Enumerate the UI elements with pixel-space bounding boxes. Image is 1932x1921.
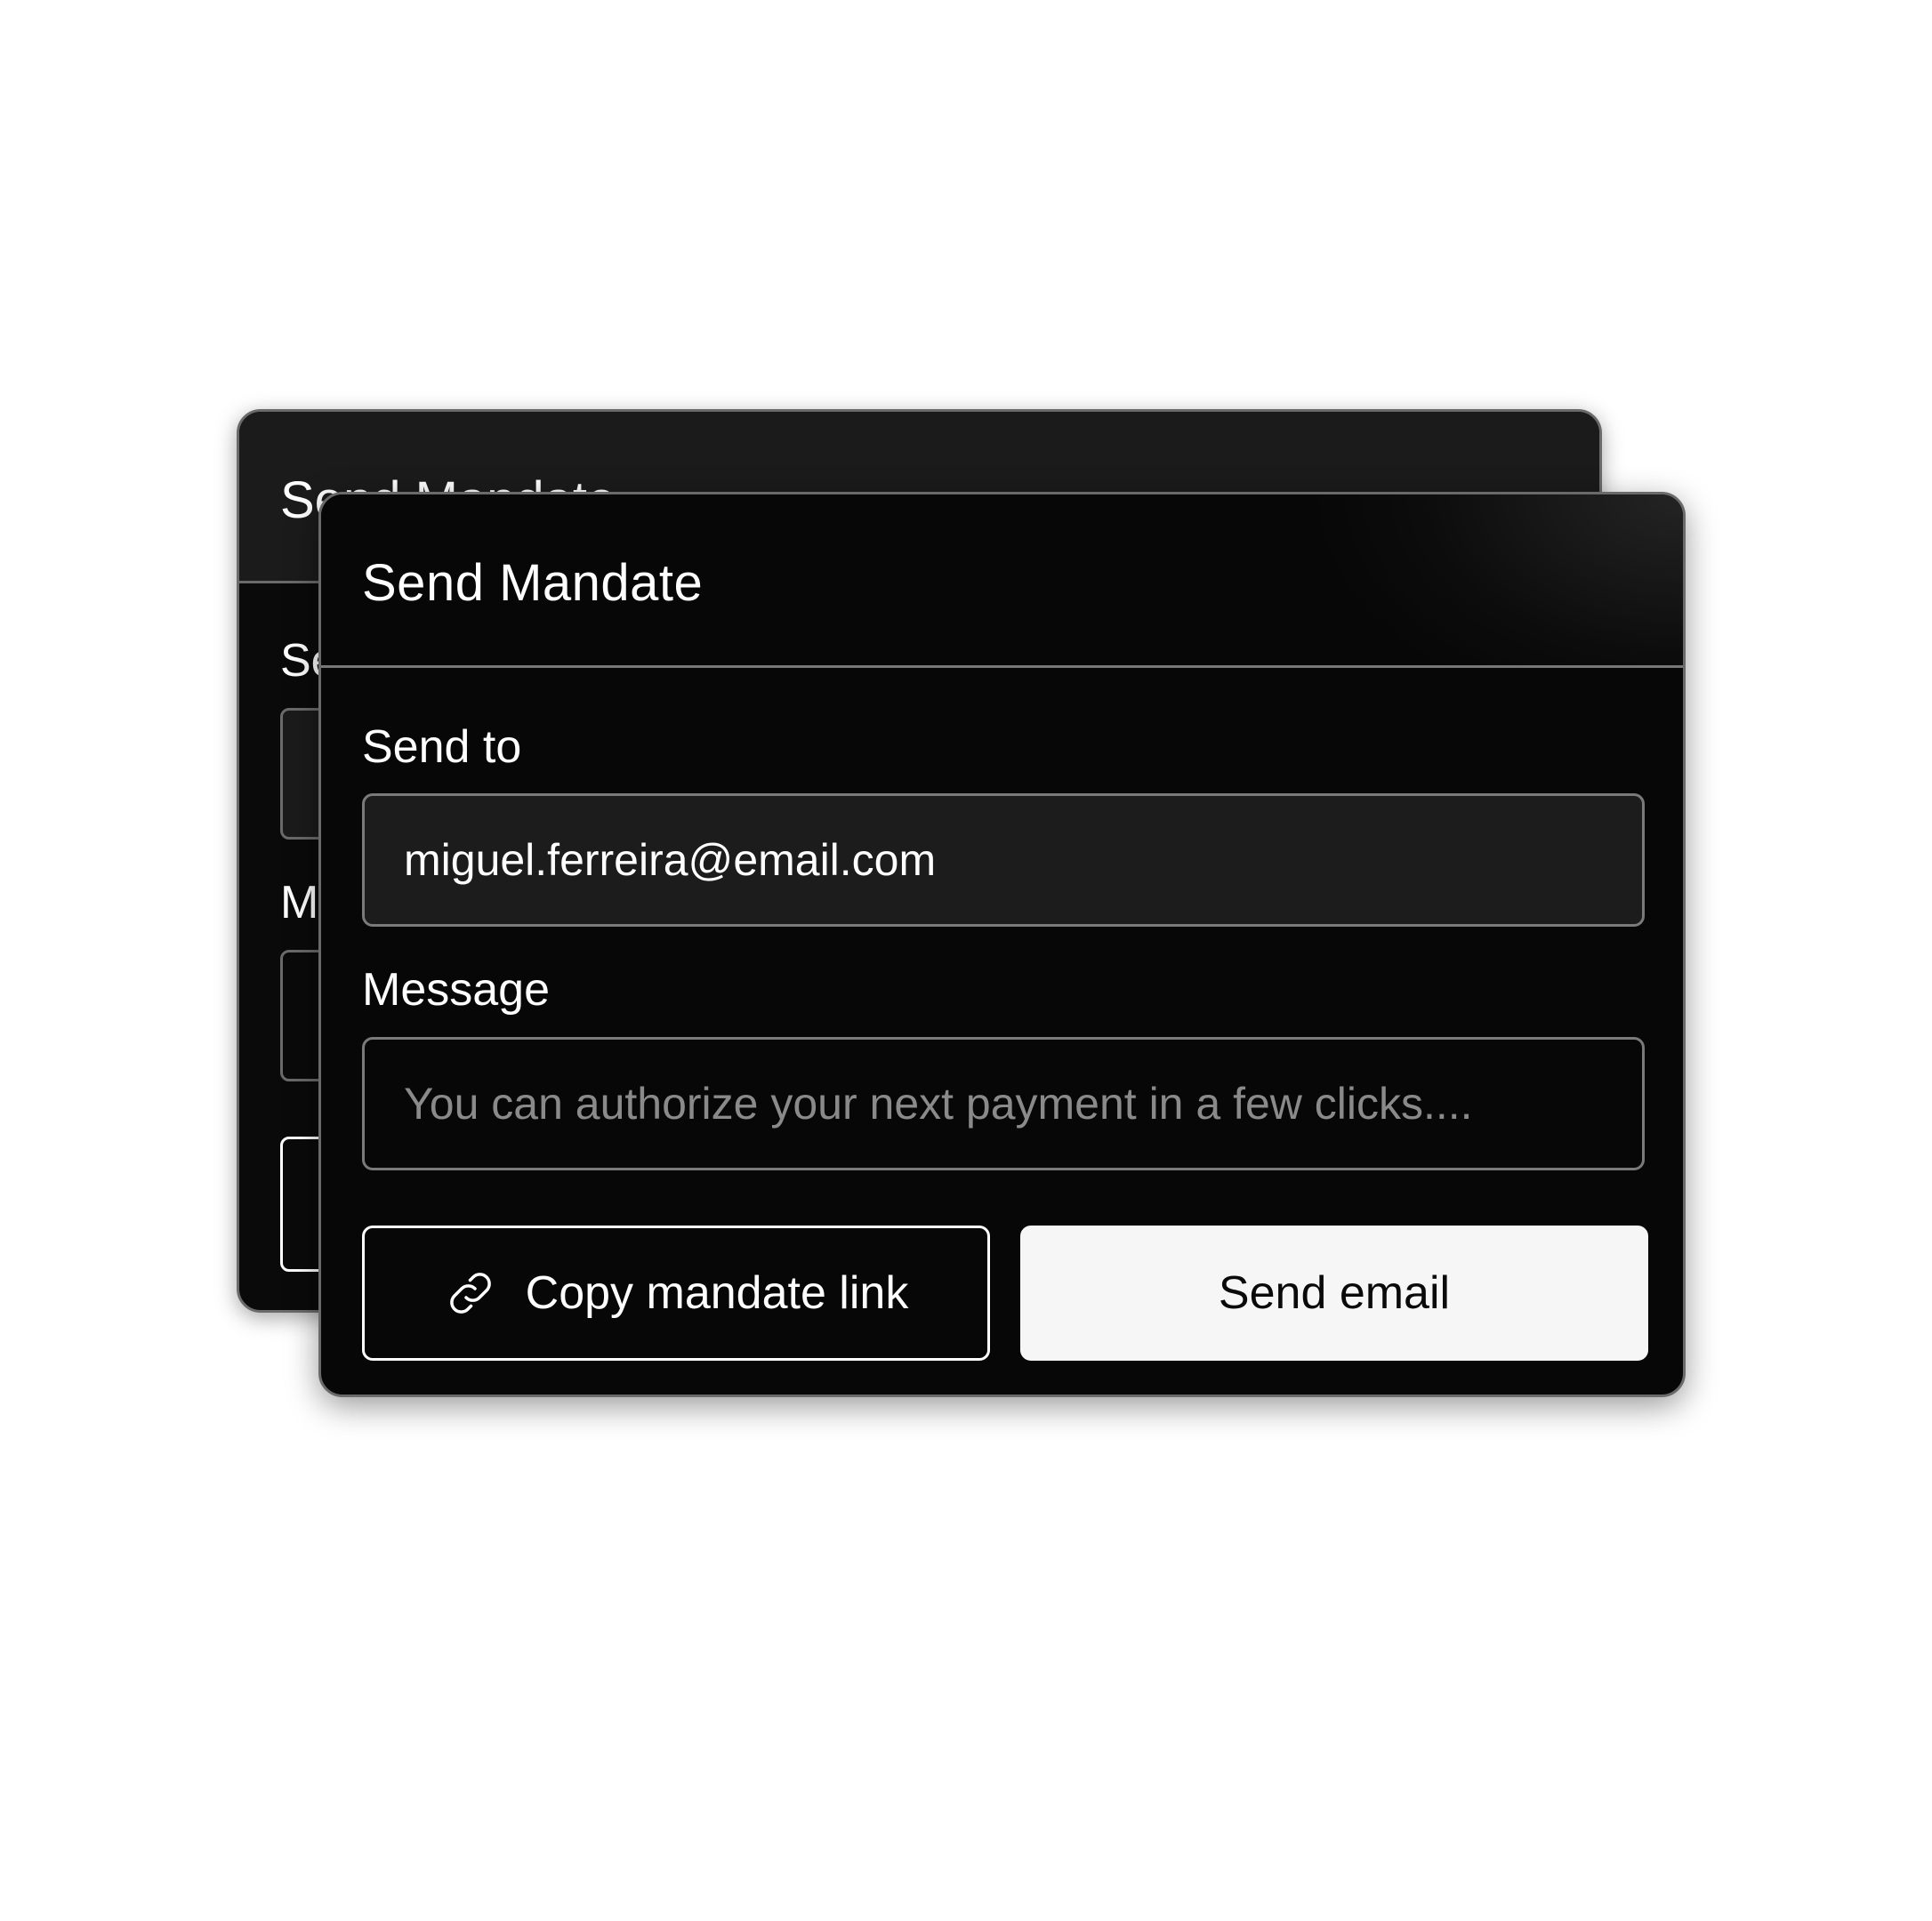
dialog-title: Send Mandate [362,554,704,612]
copy-mandate-link-button[interactable]: Copy mandate link [362,1226,990,1361]
send-email-button[interactable]: Send email [1020,1226,1648,1361]
send-to-value: miguel.ferreira@email.com [404,835,937,885]
message-placeholder: You can authorize your next payment in a… [404,1079,1473,1129]
send-email-label: Send email [1218,1267,1451,1319]
send-to-input[interactable]: miguel.ferreira@email.com [362,793,1645,927]
link-icon [444,1266,497,1320]
copy-mandate-link-label: Copy mandate link [525,1267,909,1319]
message-input[interactable]: You can authorize your next payment in a… [362,1037,1645,1170]
send-mandate-dialog: Send Mandate Send to miguel.ferreira@ema… [318,492,1686,1397]
dialog-header: Send Mandate [321,494,1683,668]
send-to-label: Send to [362,721,522,773]
message-label: Message [362,964,550,1016]
